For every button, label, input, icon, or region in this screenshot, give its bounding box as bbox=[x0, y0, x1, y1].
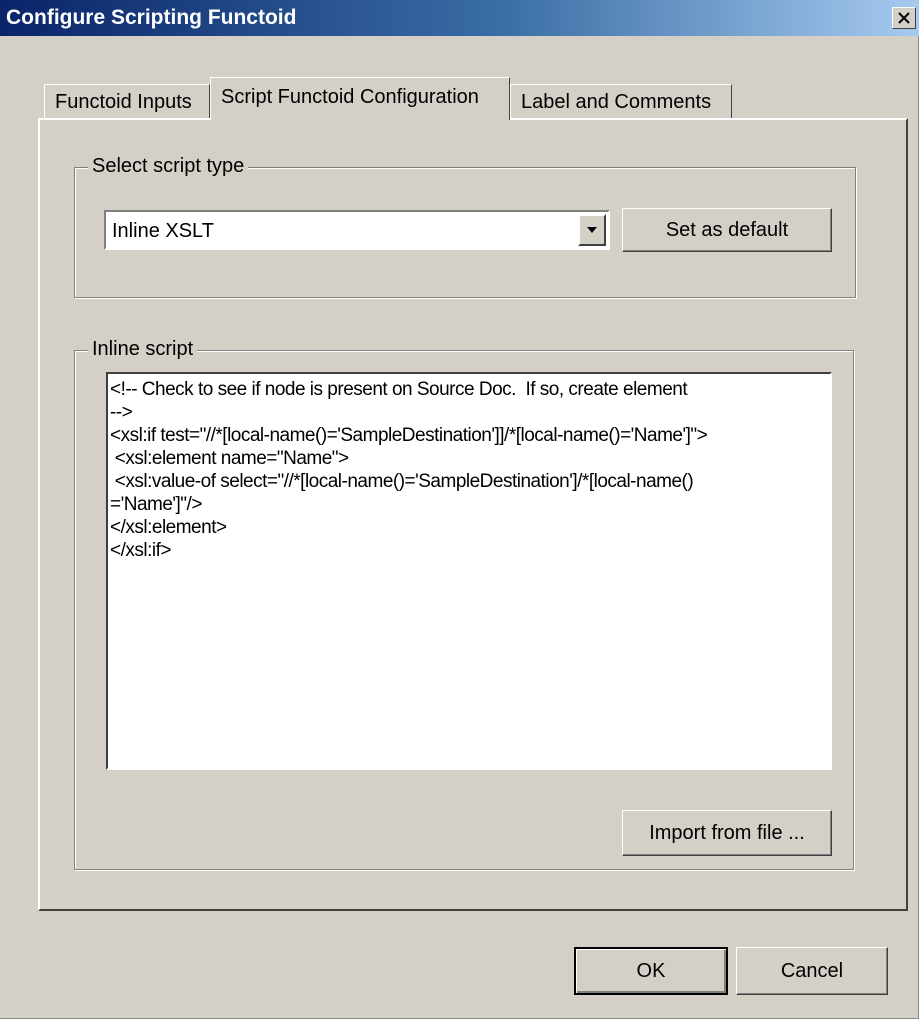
tab-functoid-inputs[interactable]: Functoid Inputs bbox=[44, 84, 210, 120]
tab-label: Label and Comments bbox=[521, 91, 712, 113]
tab-script-functoid-configuration[interactable]: Script Functoid Configuration bbox=[210, 77, 510, 120]
dropdown-button[interactable] bbox=[578, 214, 606, 246]
title-bar[interactable]: Configure Scripting Functoid bbox=[0, 0, 919, 36]
close-button[interactable] bbox=[892, 7, 916, 29]
cancel-button[interactable]: Cancel bbox=[736, 947, 888, 995]
chevron-down-icon bbox=[587, 227, 597, 233]
ok-button[interactable]: OK bbox=[574, 947, 728, 995]
cancel-label: Cancel bbox=[780, 959, 844, 982]
import-from-file-button[interactable]: Import from file ... bbox=[622, 810, 832, 856]
script-type-value: Inline XSLT bbox=[112, 220, 214, 242]
window-title: Configure Scripting Functoid bbox=[6, 6, 297, 29]
tab-label: Script Functoid Configuration bbox=[221, 86, 479, 108]
tab-label: Functoid Inputs bbox=[55, 91, 192, 113]
set-as-default-label: Set as default bbox=[665, 218, 789, 241]
inline-script-content: <!-- Check to see if node is present on … bbox=[110, 379, 708, 561]
inline-script-editor[interactable]: <!-- Check to see if node is present on … bbox=[106, 372, 832, 770]
tab-label-and-comments[interactable]: Label and Comments bbox=[510, 84, 732, 120]
set-as-default-button[interactable]: Set as default bbox=[622, 208, 832, 252]
configure-scripting-functoid-dialog: Configure Scripting Functoid Functoid In… bbox=[0, 0, 919, 1019]
script-type-select[interactable]: Inline XSLT bbox=[104, 210, 610, 250]
script-type-group-title: Select script type bbox=[88, 155, 249, 178]
close-icon bbox=[898, 12, 910, 24]
inline-script-group-title: Inline script bbox=[88, 338, 198, 361]
import-from-file-label: Import from file ... bbox=[649, 821, 805, 844]
ok-label: OK bbox=[636, 959, 666, 982]
